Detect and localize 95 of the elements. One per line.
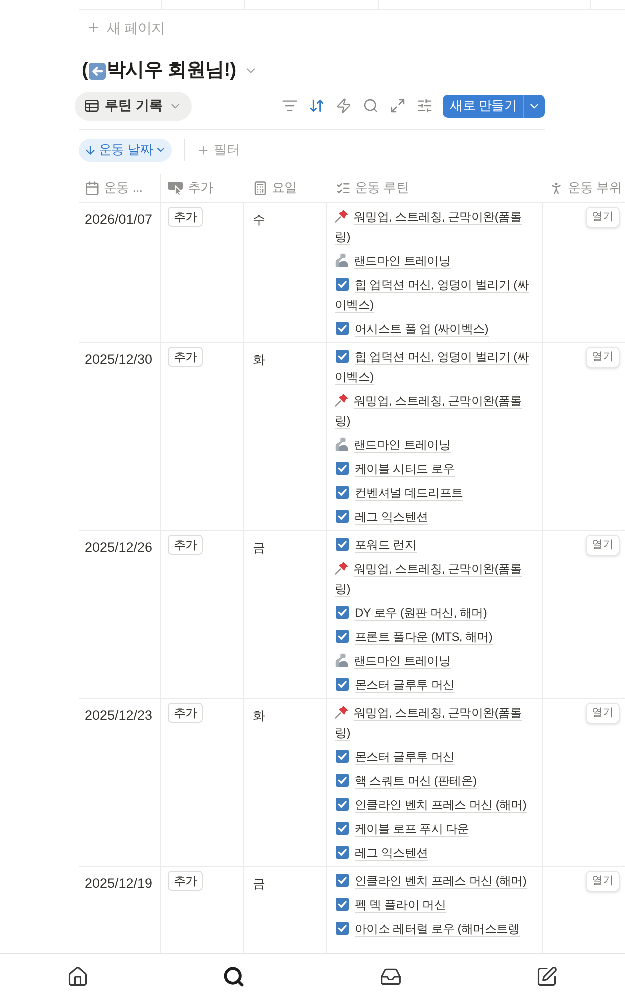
routine-link[interactable]: 프론트 풀다운 (MTS, 해머) [335,625,493,649]
open-button[interactable]: 열기 [586,703,620,724]
date-text: 2025/12/23 [85,708,153,723]
checkbox-icon [336,846,349,859]
routine-link[interactable]: 워밍업, 스트레칭, 근막이완(폼롤링) [335,389,532,433]
sort-icon[interactable] [309,98,326,114]
inbox-icon[interactable] [380,966,402,988]
checkbox-icon [336,538,349,551]
checkbox-icon [336,462,349,475]
open-button[interactable]: 열기 [586,347,620,368]
checkbox-icon [336,798,349,811]
add-button[interactable]: 추가 [168,347,204,367]
arm-icon [335,253,349,267]
add-button[interactable]: 추가 [168,871,204,891]
pushpin-icon [335,209,349,223]
weekday-text: 화 [253,353,266,367]
expand-icon[interactable] [390,98,406,114]
routine-link[interactable]: 레그 익스텐션 [335,841,428,865]
lightning-icon[interactable] [336,98,352,114]
checkbox-icon [336,750,349,763]
weekday-text: 수 [253,213,266,227]
calculator-icon [253,180,268,196]
filter-icon[interactable] [282,98,298,114]
routine-link[interactable]: 포워드 런지 [335,533,417,557]
edit-icon[interactable] [536,966,558,988]
dropdown-button[interactable] [523,94,545,118]
routine-link[interactable]: 몬스터 글루투 머신 [335,673,455,697]
checkbox-icon [336,774,349,787]
checkbox-icon [336,630,349,643]
checklist-icon [336,180,351,196]
date-text: 2025/12/30 [85,352,153,367]
table-icon [85,100,99,112]
arm-icon [335,653,349,667]
person-icon [549,180,564,196]
routine-link[interactable]: 힙 업덕션 머신, 엉덩이 벌리기 (싸이벡스) [335,345,532,389]
routine-link[interactable]: 워밍업, 스트레칭, 근막이완(폼롤링) [335,205,532,249]
new-button[interactable]: 새로 만들기 [443,94,523,118]
open-button[interactable]: 열기 [586,871,620,892]
open-button[interactable]: 열기 [586,207,620,228]
routine-link[interactable]: 아이소 레터럴 로우 (해머스트렝 [335,917,520,941]
weekday-text: 금 [253,541,266,555]
search-icon[interactable] [223,966,246,988]
arrow-left-icon [89,62,106,80]
checkbox-icon [336,350,349,363]
checkbox-icon [336,922,349,935]
routine-link[interactable]: 몬스터 글루투 머신 [335,745,455,769]
checkbox-icon [336,510,349,523]
routine-link[interactable]: 워밍업, 스트레칭, 근막이완(폼롤링) [335,701,532,745]
button-cursor-icon [168,180,184,196]
home-icon[interactable] [67,966,90,988]
weekday-text: 화 [253,709,266,723]
checkbox-icon [336,606,349,619]
checkbox-icon [336,278,349,291]
routine-link[interactable]: 컨벤셔널 데드리프트 [335,481,464,505]
plus-icon [197,144,210,156]
routine-link[interactable]: 레그 익스텐션 [335,505,428,529]
weekday-text: 금 [253,877,266,891]
checkbox-icon [336,678,349,691]
checkbox-icon [336,822,349,835]
routine-link[interactable]: 인클라인 벤치 프레스 머신 (해머) [335,869,527,893]
checkbox-icon [336,322,349,335]
routine-link[interactable]: DY 로우 (원판 머신, 해머) [335,601,488,625]
checkbox-icon [336,874,349,887]
routine-link[interactable]: 힙 업덕션 머신, 엉덩이 벌리기 (싸이벡스) [335,273,532,317]
add-button[interactable]: 추가 [168,207,204,227]
date-text: 2025/12/26 [85,540,153,555]
routine-link[interactable]: 인클라인 벤치 프레스 머신 (해머) [335,793,527,817]
routine-link[interactable]: 랜드마인 트레이닝 [335,249,451,273]
add-button[interactable]: 추가 [168,703,204,723]
page-title: 박시우 회원님!) [107,58,236,83]
arrow-down-icon [84,144,97,156]
date-text: 2025/12/19 [85,876,153,891]
routine-link[interactable]: 케이블 시티드 로우 [335,457,455,481]
title-paren: ( [82,58,88,83]
checkbox-icon [336,898,349,911]
pushpin-icon [335,561,349,575]
sliders-icon[interactable] [417,98,434,114]
checkbox-icon [336,486,349,499]
routine-link[interactable]: 어시스트 풀 업 (싸이벡스) [335,317,488,341]
date-text: 2026/01/07 [85,212,153,227]
open-button[interactable]: 열기 [586,535,620,556]
add-button[interactable]: 추가 [168,535,204,555]
view-tab[interactable]: 루틴 기록 [75,92,192,120]
plus-icon [87,21,101,35]
pushpin-icon [335,393,349,407]
calendar-icon [85,180,100,196]
pushpin-icon [335,705,349,719]
routine-link[interactable]: 펙 덱 플라이 머신 [335,893,446,917]
routine-link[interactable]: 랜드마인 트레이닝 [335,433,451,457]
arm-icon [335,437,349,451]
sort-chip[interactable]: 운동 날짜 [79,138,172,162]
routine-link[interactable]: 케이블 로프 푸시 다운 [335,817,470,841]
routine-link[interactable]: 핵 스쿼트 머신 (판테온) [335,769,477,793]
routine-link[interactable]: 워밍업, 스트레칭, 근막이완(폼롤링) [335,557,532,601]
routine-link[interactable]: 랜드마인 트레이닝 [335,649,451,673]
